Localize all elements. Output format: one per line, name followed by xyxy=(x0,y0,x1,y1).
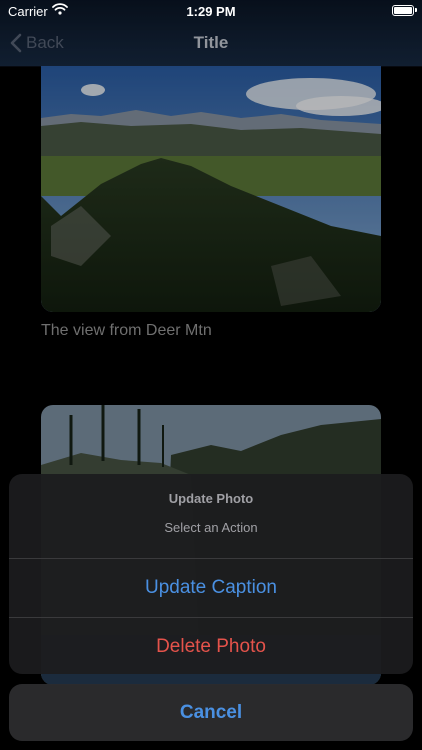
action-sheet: Update Photo Select an Action Update Cap… xyxy=(9,474,413,674)
dimming-overlay-top xyxy=(0,0,422,373)
battery-icon xyxy=(392,5,414,16)
action-sheet-header: Update Photo Select an Action xyxy=(9,474,413,559)
cancel-button[interactable]: Cancel xyxy=(9,684,413,741)
delete-photo-button[interactable]: Delete Photo xyxy=(9,618,413,674)
status-bar: Carrier 1:29 PM xyxy=(0,0,422,24)
action-sheet-message: Select an Action xyxy=(164,520,258,535)
status-time: 1:29 PM xyxy=(186,4,236,19)
update-caption-button[interactable]: Update Caption xyxy=(9,559,413,618)
action-sheet-title: Update Photo xyxy=(168,491,254,506)
battery-tip xyxy=(415,8,417,12)
